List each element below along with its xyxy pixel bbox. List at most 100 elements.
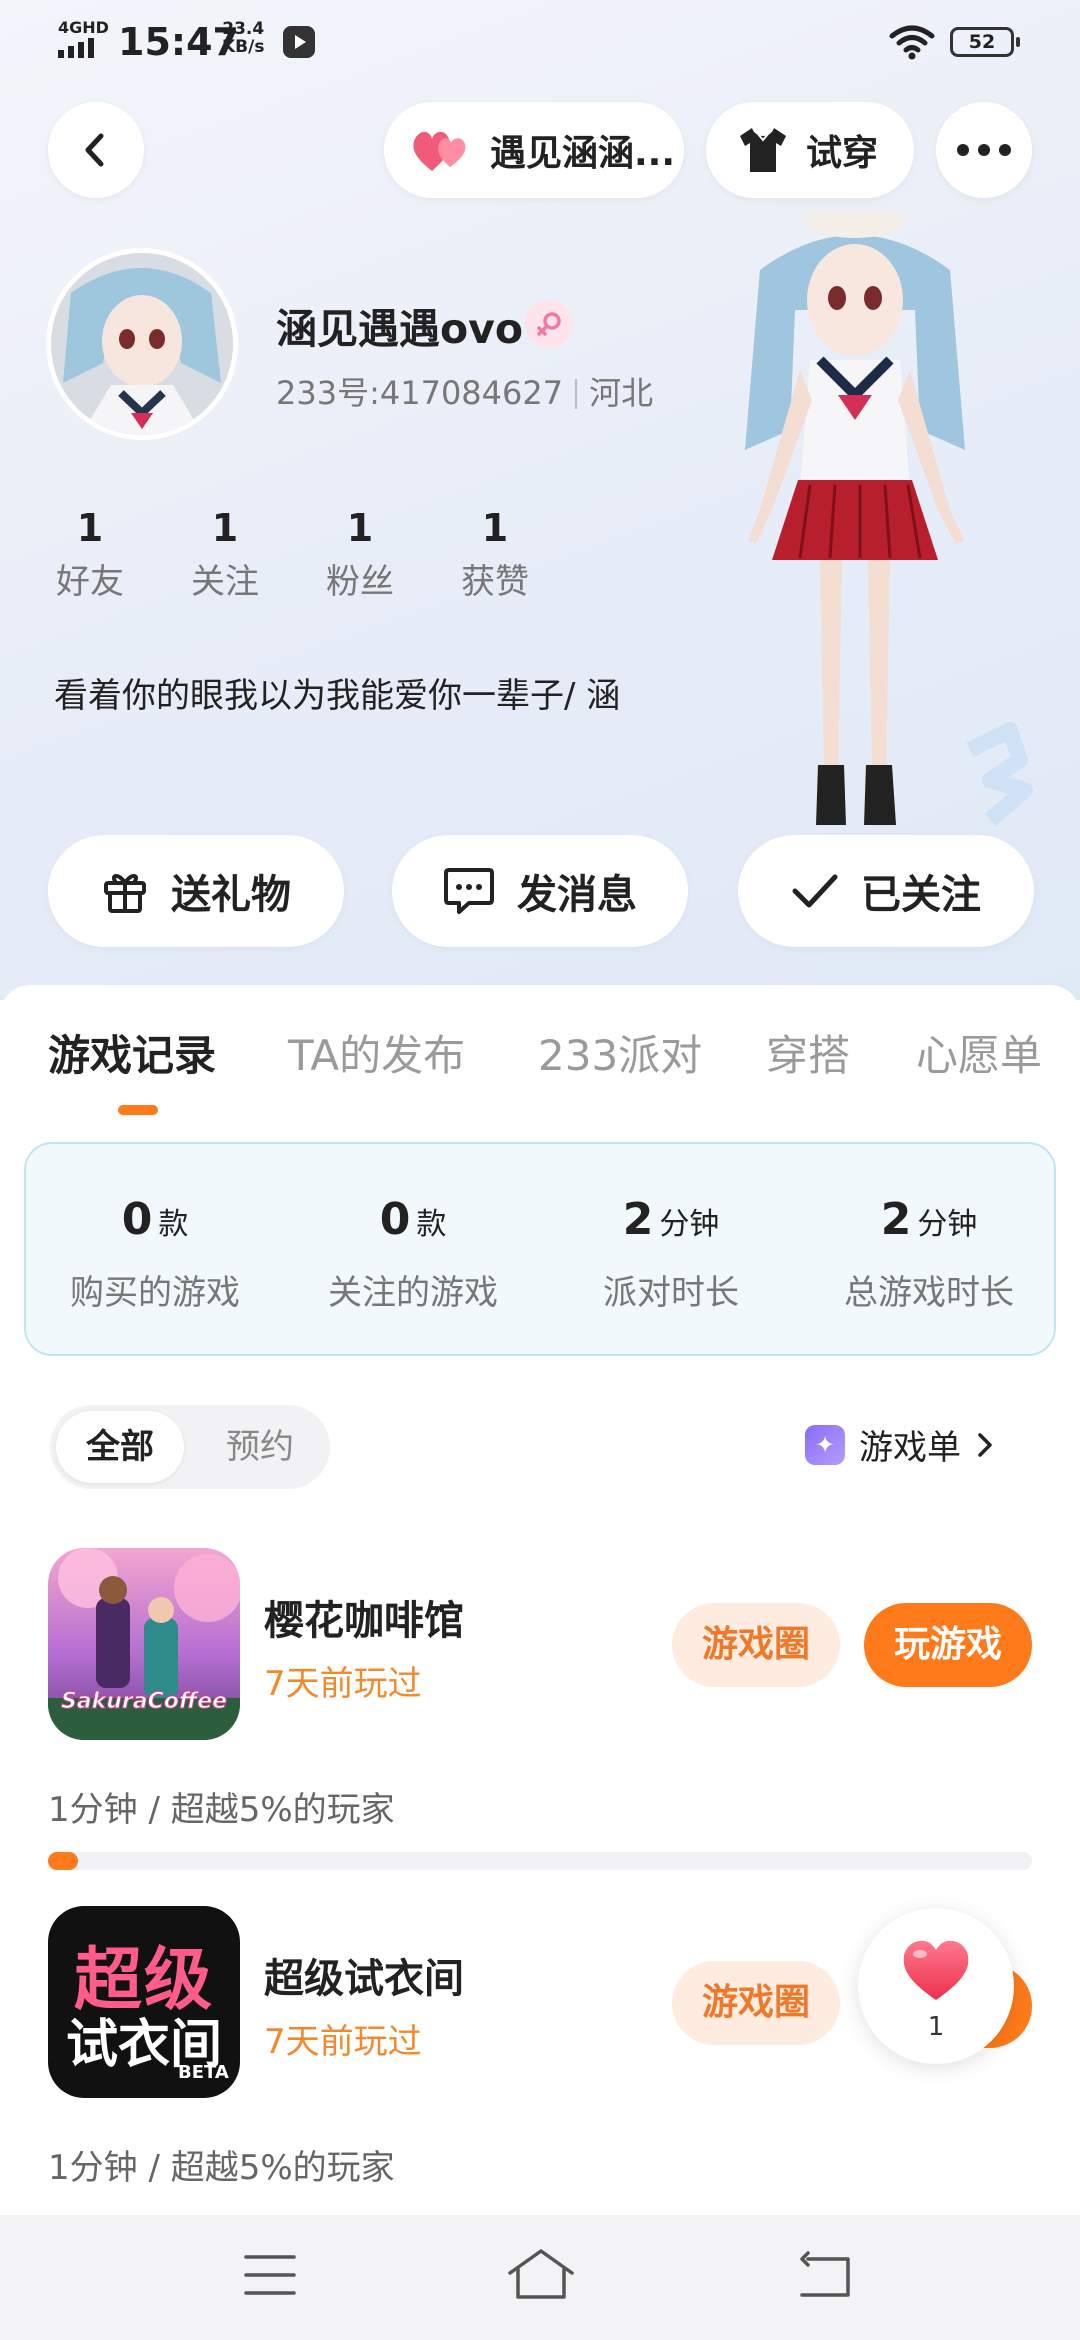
game-last-played: 7天前玩过 <box>264 2022 422 2062</box>
network-type: 4GHD <box>58 18 109 37</box>
summary-value: 0 <box>121 1194 153 1245</box>
sparkle-icon: ✦ <box>805 1424 845 1465</box>
tab-party[interactable]: 233派对 <box>538 1022 702 1083</box>
game-circle-button[interactable]: 游戏圈 <box>672 1603 840 1687</box>
try-on-button[interactable]: 试穿 <box>706 102 914 198</box>
game-last-played: 7天前玩过 <box>264 1664 422 1704</box>
game-summary-card: 0款 购买的游戏 0款 关注的游戏 2 分钟 派对时长 2 分钟 总游戏时长 <box>24 1142 1056 1356</box>
game-icon-text: SakuraCoffee <box>61 1689 227 1714</box>
wifi-icon <box>889 25 935 60</box>
game-title[interactable]: 超级试衣间 <box>264 1946 464 2004</box>
system-navigation-bar <box>0 2215 1080 2340</box>
game-icon-beta: BETA <box>178 2062 229 2083</box>
profile-id-line: 233号:417084627 河北 <box>276 368 653 414</box>
chevron-left-icon <box>85 133 104 167</box>
summary-label: 总游戏时长 <box>844 1273 1014 1313</box>
stat-value: 1 <box>76 506 104 550</box>
stat-likes[interactable]: 1 获赞 <box>435 505 555 607</box>
tab-posts[interactable]: TA的发布 <box>288 1022 465 1083</box>
filter-all[interactable]: 全部 <box>56 1411 184 1483</box>
filter-segmented-control: 全部 预约 <box>50 1405 330 1489</box>
tshirt-icon <box>740 128 786 172</box>
game-icon-sakura-coffee[interactable]: SakuraCoffee <box>48 1548 240 1740</box>
summary-unit: 款 <box>158 1207 189 1242</box>
try-on-label: 试穿 <box>806 133 879 174</box>
following-label: 已关注 <box>861 872 981 918</box>
game-icon-super-fitting-room[interactable]: 超级 试衣间 BETA <box>48 1906 240 2098</box>
summary-label: 派对时长 <box>603 1273 739 1313</box>
filter-reserved[interactable]: 预约 <box>200 1411 320 1483</box>
send-message-label: 发消息 <box>517 872 637 918</box>
floating-like-button[interactable]: 1 <box>858 1908 1014 2064</box>
stat-value: 1 <box>481 506 509 550</box>
tab-game-records[interactable]: 游戏记录 <box>48 1022 216 1083</box>
menu-icon[interactable] <box>244 2253 296 2297</box>
game-progress-fill <box>48 1852 78 1870</box>
summary-party-time: 2 分钟 派对时长 <box>542 1194 800 1314</box>
stat-value: 1 <box>211 506 239 550</box>
stat-fans[interactable]: 1 粉丝 <box>300 505 420 607</box>
character-avatar-figure <box>745 210 965 825</box>
avatar-image <box>51 253 233 435</box>
send-gift-label: 送礼物 <box>171 872 291 918</box>
screen-record-icon <box>283 26 315 58</box>
user-id: 233号:417084627 <box>276 374 564 412</box>
speed-unit: KB/s <box>222 37 265 57</box>
game-play-stat: 1分钟 / 超越5%的玩家 <box>48 1790 395 1830</box>
meet-partner-button[interactable]: 遇见涵涵... <box>384 102 684 198</box>
status-bar: 4GHD 15:47 23.4 KB/s 52 <box>0 0 1080 90</box>
home-icon[interactable] <box>506 2247 576 2301</box>
tab-outfits[interactable]: 穿搭 <box>766 1022 850 1083</box>
meet-partner-label: 遇见涵涵... <box>490 133 676 174</box>
back-button[interactable] <box>48 102 144 198</box>
summary-unit: 款 <box>416 1207 447 1242</box>
summary-value: 2 <box>622 1194 654 1245</box>
summary-label: 购买的游戏 <box>70 1273 240 1313</box>
game-list-link[interactable]: ✦ 游戏单 <box>805 1420 995 1469</box>
summary-total-time: 2 分钟 总游戏时长 <box>800 1194 1058 1314</box>
status-time: 15:47 <box>118 20 239 64</box>
summary-unit: 分钟 <box>917 1207 978 1242</box>
game-list-label: 游戏单 <box>859 1428 961 1468</box>
tab-wishlist[interactable]: 心愿单 <box>916 1022 1042 1083</box>
double-heart-icon <box>413 131 466 171</box>
game-progress-bar <box>48 1852 1032 1870</box>
game-circle-button[interactable]: 游戏圈 <box>672 1961 840 2045</box>
profile-name: 涵见遇遇ovo <box>276 305 524 353</box>
back-nav-icon[interactable] <box>794 2251 854 2299</box>
stat-following[interactable]: 1 关注 <box>165 505 285 607</box>
play-game-button[interactable]: 玩游戏 <box>864 1603 1032 1687</box>
game-title[interactable]: 樱花咖啡馆 <box>264 1588 464 1646</box>
female-icon <box>525 300 573 348</box>
more-button[interactable] <box>936 102 1032 198</box>
more-dots-icon <box>957 144 1011 156</box>
stat-label: 关注 <box>191 562 259 602</box>
stat-value: 1 <box>346 506 374 550</box>
avatar[interactable] <box>46 248 238 440</box>
stat-label: 获赞 <box>461 562 529 602</box>
summary-purchased: 0款 购买的游戏 <box>26 1194 284 1314</box>
divider <box>575 379 578 409</box>
summary-unit: 分钟 <box>659 1207 720 1242</box>
summary-label: 关注的游戏 <box>328 1273 498 1313</box>
stat-label: 好友 <box>56 562 124 602</box>
summary-followed: 0款 关注的游戏 <box>284 1194 542 1314</box>
summary-value: 0 <box>379 1194 411 1245</box>
message-icon <box>444 868 494 914</box>
check-icon <box>792 874 838 908</box>
signal-icon <box>58 38 94 58</box>
stat-friends[interactable]: 1 好友 <box>30 505 150 607</box>
chevron-right-icon <box>978 1432 992 1457</box>
summary-value: 2 <box>880 1194 912 1245</box>
send-message-button[interactable]: 发消息 <box>392 835 688 947</box>
heart-icon <box>903 1940 969 2000</box>
network-speed: 23.4 KB/s <box>222 20 264 56</box>
stat-label: 粉丝 <box>326 562 394 602</box>
active-tab-indicator <box>118 1105 158 1115</box>
following-button[interactable]: 已关注 <box>738 835 1034 947</box>
user-region: 河北 <box>589 374 654 412</box>
profile-bio: 看着你的眼我以为我能爱你一辈子/ 涵 <box>54 676 621 716</box>
send-gift-button[interactable]: 送礼物 <box>48 835 344 947</box>
sakura-coffee-artwork: SakuraCoffee <box>48 1548 240 1740</box>
speed-value: 23.4 <box>222 19 265 39</box>
